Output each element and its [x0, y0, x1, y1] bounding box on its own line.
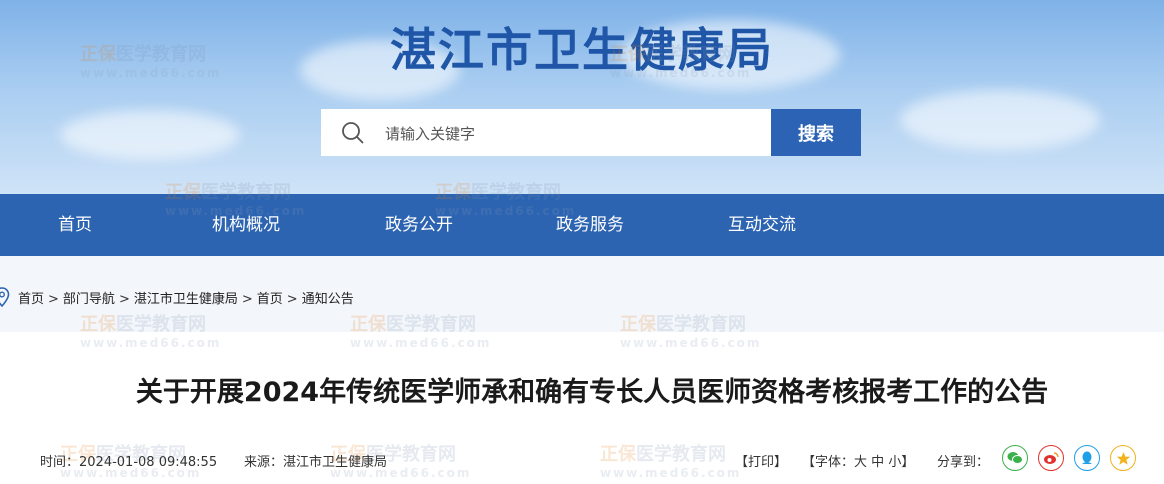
wechat-icon[interactable] — [1002, 445, 1028, 471]
search-box[interactable] — [321, 109, 771, 158]
time-value: 2024-01-08 09:48:55 — [79, 455, 218, 470]
site-title: 湛江市卫生健康局 — [390, 23, 774, 77]
main-nav: 首页 机构概况 政务公开 政务服务 互动交流 — [0, 194, 1164, 256]
qq-icon[interactable] — [1074, 445, 1100, 471]
article-source: 来源：湛江市卫生健康局 — [244, 451, 387, 470]
publish-time: 时间：2024-01-08 09:48:55 — [40, 451, 217, 470]
breadcrumb-link-notices[interactable]: 通知公告 — [302, 292, 354, 307]
breadcrumb-link-home[interactable]: 首页 — [18, 292, 44, 307]
breadcrumb-separator: > — [241, 292, 253, 307]
nav-item-gov-service[interactable]: 政务服务 — [556, 194, 624, 256]
search-input[interactable] — [383, 109, 767, 158]
source-label: 来源： — [244, 455, 284, 470]
font-size-large[interactable]: 大 — [854, 455, 867, 470]
nav-item-gov-open[interactable]: 政务公开 — [385, 194, 453, 256]
nav-item-about[interactable]: 机构概况 — [212, 194, 280, 256]
breadcrumb-link-dept-nav[interactable]: 部门导航 — [63, 292, 115, 307]
breadcrumb-separator: > — [48, 292, 59, 307]
font-size-control: 【字体：大 中 小】 — [802, 451, 914, 470]
qzone-icon[interactable] — [1110, 445, 1136, 471]
breadcrumb: 首页 > 部门导航 > 湛江市卫生健康局 > 首页 > 通知公告 — [18, 288, 354, 307]
time-label: 时间： — [40, 455, 80, 470]
breadcrumb-separator: > — [118, 292, 130, 307]
breadcrumb-separator: > — [286, 292, 298, 307]
watermark-logo: 正保医学教育网www.med66.com — [600, 444, 742, 480]
nav-item-home[interactable]: 首页 — [58, 194, 92, 256]
weibo-icon[interactable] — [1038, 445, 1064, 471]
nav-item-interaction[interactable]: 互动交流 — [728, 194, 796, 256]
font-size-close: 】 — [901, 455, 915, 470]
font-size-medium[interactable]: 中 — [871, 455, 884, 470]
article-title: 关于开展2024年传统医学师承和确有专长人员医师资格考核报考工作的公告 — [135, 377, 1049, 408]
font-size-small[interactable]: 小 — [888, 455, 901, 470]
share-label: 分享到： — [937, 455, 990, 470]
print-button[interactable]: 【打印】 — [735, 451, 787, 470]
header-banner: 湛江市卫生健康局 — [0, 0, 1164, 194]
source-value: 湛江市卫生健康局 — [283, 455, 388, 470]
location-pin-icon — [0, 287, 10, 307]
breadcrumb-link-bureau-home[interactable]: 首页 — [257, 292, 283, 307]
search-button[interactable]: 搜索 — [771, 109, 861, 156]
font-size-label: 【字体： — [802, 455, 855, 470]
breadcrumb-link-bureau[interactable]: 湛江市卫生健康局 — [134, 292, 238, 307]
search-icon — [342, 122, 364, 144]
